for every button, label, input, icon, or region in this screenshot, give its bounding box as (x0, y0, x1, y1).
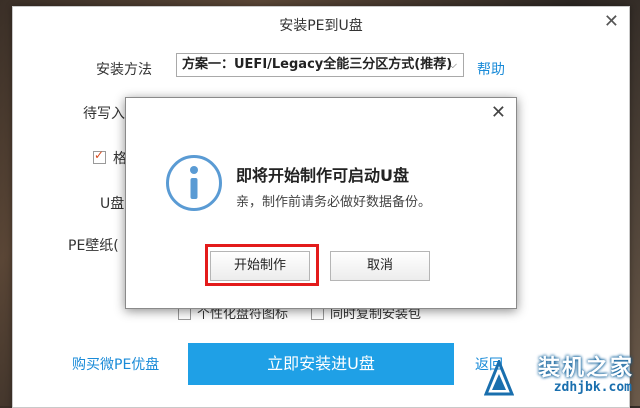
watermark-main-text: 装机之家 (537, 356, 634, 381)
info-icon (166, 155, 222, 211)
watermark-url: zdhjbk.com (553, 380, 632, 395)
install-method-select[interactable]: 方案一：UEFI/Legacy全能三分区方式(推荐) ⌵ (176, 53, 464, 77)
install-method-value: 方案一：UEFI/Legacy全能三分区方式(推荐) (182, 57, 453, 72)
dialog-message: 亲，制作前请务必做好数据备份。 (236, 195, 432, 210)
help-link[interactable]: 帮助 (477, 59, 505, 79)
target-label: 待写入 (83, 106, 125, 122)
buy-upan-link[interactable]: 购买微PE优盘 (72, 354, 159, 374)
install-to-usb-button[interactable]: 立即安装进U盘 (188, 343, 454, 385)
wallpaper-label: PE壁纸( (68, 238, 119, 254)
udisk-label: U盘 (100, 196, 125, 212)
format-checkbox[interactable] (93, 148, 106, 164)
chevron-down-icon: ⌵ (448, 58, 457, 71)
window-close-icon[interactable]: ✕ (604, 12, 619, 32)
confirm-dialog: ✕ 即将开始制作可启动U盘 亲，制作前请务必做好数据备份。 开始制作 取消 (125, 97, 517, 309)
site-watermark: 装机之家 zdhjbk.com (484, 350, 634, 404)
cancel-button[interactable]: 取消 (330, 251, 430, 281)
install-method-label: 安装方法 (96, 62, 152, 78)
watermark-logo-icon (484, 360, 514, 396)
dialog-close-icon[interactable]: ✕ (491, 102, 506, 123)
highlight-frame (205, 244, 319, 286)
dialog-heading: 即将开始制作可启动U盘 (236, 166, 409, 185)
window-title: 安装PE到U盘 (279, 18, 363, 34)
